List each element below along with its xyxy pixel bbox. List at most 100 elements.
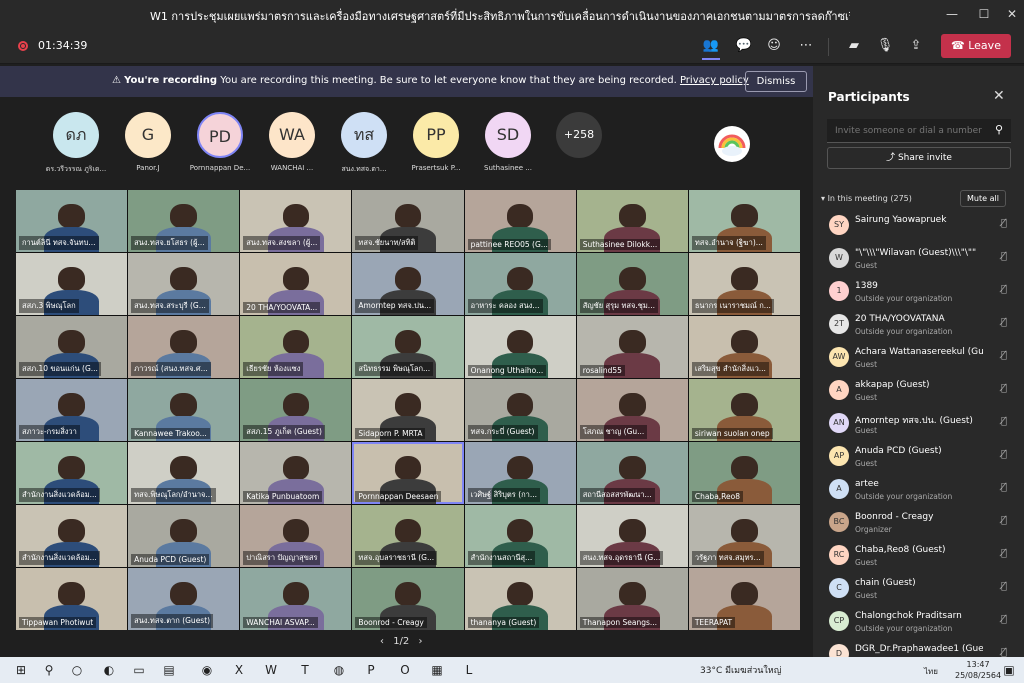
video-tile[interactable]: Tippawan Photiwut: [16, 568, 128, 630]
video-tile[interactable]: สสภ.3 พิษณุโลก: [16, 253, 128, 315]
video-tile[interactable]: สภาวะ-กรมสิ่งวา: [16, 379, 128, 441]
participant-row[interactable]: BC Boonrod - Creagy Organizer 🎙̸: [827, 508, 1017, 540]
participant-row[interactable]: AW Achara Wattanasereekul (Gue... Guest 🎙̸: [827, 343, 1017, 375]
minimize-button[interactable]: —: [940, 4, 964, 24]
video-tile[interactable]: สสภ.10 ขอนแก่น (G...: [16, 316, 128, 378]
mic-muted-icon[interactable]: 🎙̸: [1001, 614, 1007, 625]
video-tile[interactable]: Onanong Uthaiho...: [464, 316, 576, 378]
video-tile[interactable]: โสภณ ชาญ (Gu...: [576, 379, 688, 441]
video-tile[interactable]: สนง.ทสจ.ตาก (Guest): [128, 568, 240, 630]
video-tile[interactable]: Sidaporn P. MRTA: [352, 379, 464, 441]
taskbar-search-icon[interactable]: ⚲: [40, 661, 58, 679]
file-explorer-icon[interactable]: ▭: [130, 661, 148, 679]
video-tile[interactable]: สถานีสอสสรพัฒนา...: [576, 442, 688, 504]
share-invite-button[interactable]: ⤴ Share invite: [827, 147, 1011, 169]
participant-row[interactable]: AP Anuda PCD (Guest) Guest 🎙̸: [827, 442, 1017, 474]
folder-icon[interactable]: ▤: [160, 661, 178, 679]
video-tile[interactable]: สสภ.15 ภูเก็ต (Guest): [240, 379, 352, 441]
participant-avatar[interactable]: ทส: [341, 112, 387, 158]
video-tile[interactable]: Chaba,Reo8: [688, 442, 800, 504]
powerpoint-icon[interactable]: P: [362, 661, 380, 679]
teams-icon[interactable]: T: [296, 661, 314, 679]
video-tile[interactable]: ธนากร เนาราชมณ์ ก...: [688, 253, 800, 315]
task-view-icon[interactable]: ○: [68, 661, 86, 679]
video-tile[interactable]: Katika Punbuatoom: [240, 442, 352, 504]
privacy-policy-link[interactable]: Privacy policy: [680, 75, 749, 86]
video-tile[interactable]: สนง.ทสจ.สระบุรี (G...: [128, 253, 240, 315]
participant-row[interactable]: AN Amorntep ทสจ.ปน. (Guest) Guest 🎙̸: [827, 409, 1017, 441]
video-tile[interactable]: ทสจ.อุบลราชธานี (G...: [352, 505, 464, 567]
video-tile[interactable]: Suthasinee Dilokk...: [576, 190, 688, 252]
excel-icon[interactable]: X: [230, 661, 248, 679]
video-tile[interactable]: ทสจ.พิษณุโลก/อำนาจ...: [128, 442, 240, 504]
participant-row[interactable]: 1 1389 Outside your organization 🎙̸: [827, 277, 1017, 309]
video-tile[interactable]: TEERAPAT: [688, 568, 800, 630]
chrome-icon[interactable]: ◉: [198, 661, 216, 679]
video-tile[interactable]: Pornnappan Deesaen: [352, 442, 464, 504]
video-tile[interactable]: pattinee REO05 (G...: [464, 190, 576, 252]
participant-row[interactable]: SY Sairung Yaowapruek 🎙̸: [827, 211, 1017, 243]
language-indicator[interactable]: ไทย: [924, 665, 938, 678]
video-tile[interactable]: เสริมสุข สำนักสิ่งแว...: [688, 316, 800, 378]
participant-avatar[interactable]: ดภ: [53, 112, 99, 158]
word-icon[interactable]: W: [262, 661, 280, 679]
mic-muted-icon[interactable]: 🎙̸: [1001, 284, 1007, 295]
notification-icon[interactable]: ▣: [1000, 661, 1018, 679]
video-tile[interactable]: Anuda PCD (Guest): [128, 505, 240, 567]
video-tile[interactable]: กานต์ลินี ทสจ.จันทบ...: [16, 190, 128, 252]
video-tile[interactable]: เธียรชัย ห้องแซง: [240, 316, 352, 378]
mic-muted-icon[interactable]: 🎙̸: [1001, 251, 1007, 262]
dismiss-button[interactable]: Dismiss: [745, 71, 807, 92]
video-tile[interactable]: สำนักงานสถานีสุ...: [464, 505, 576, 567]
line-icon[interactable]: L: [460, 661, 478, 679]
mic-muted-icon[interactable]: 🎙̸: [1001, 581, 1007, 592]
video-tile[interactable]: สนง.ทสจ.อุดรธานี (G...: [576, 505, 688, 567]
video-tile[interactable]: สำนักงานสิ่งแวดล้อม...: [16, 505, 128, 567]
more-participants-badge[interactable]: +258: [556, 112, 602, 158]
mic-muted-icon[interactable]: 🎙̸: [1001, 416, 1007, 427]
mic-muted-icon[interactable]: 🎙̸: [1001, 383, 1007, 394]
close-window-button[interactable]: ✕: [1000, 4, 1024, 24]
video-tile[interactable]: Amorntep ทสจ.ปน...: [352, 253, 464, 315]
video-tile[interactable]: ทสจ.ชัยนาท/สทิติ: [352, 190, 464, 252]
mic-muted-icon[interactable]: 🎙̸: [1001, 449, 1007, 460]
share-icon[interactable]: ⇪: [905, 35, 927, 57]
participant-avatar[interactable]: SD: [485, 112, 531, 158]
video-tile[interactable]: เวศิษฐ์ สิริบุตร (กา...: [464, 442, 576, 504]
video-tile[interactable]: thananya (Guest): [464, 568, 576, 630]
mic-muted-icon[interactable]: 🎙̸: [1001, 218, 1007, 229]
close-icon[interactable]: ✕: [993, 88, 1005, 104]
browser-icon[interactable]: ◍: [330, 661, 348, 679]
video-tile[interactable]: วรัฐภา ทสจ.สมุทร...: [688, 505, 800, 567]
video-tile[interactable]: อาหาระ คลอง สนง...: [464, 253, 576, 315]
participant-row[interactable]: W "\"\\\"Wilavan (Guest)\\\"\"" Guest 🎙̸: [827, 244, 1017, 276]
next-page-button[interactable]: ›: [418, 636, 422, 647]
edge-icon[interactable]: ◐: [100, 661, 118, 679]
in-meeting-header[interactable]: ▾ In this meeting (275): [821, 194, 912, 203]
video-tile[interactable]: ภาวรณ์ (สนง.ทสจ.ศ...: [128, 316, 240, 378]
video-tile[interactable]: WANCHAI ASVAP...: [240, 568, 352, 630]
video-tile[interactable]: สนง.ทสจ.สงขลา (ผู้...: [240, 190, 352, 252]
participant-row[interactable]: Cchain (Guest) Guest 🎙̸: [827, 574, 1017, 606]
mic-muted-icon[interactable]: 🎙̸: [1001, 548, 1007, 559]
invite-input[interactable]: [827, 119, 1011, 143]
video-tile[interactable]: ปาณิสรา ปัญญาสุขสร: [240, 505, 352, 567]
video-tile[interactable]: ทสจ.อำนาจ (ฐิฆา)...: [688, 190, 800, 252]
video-tile[interactable]: Boonrod - Creagy: [352, 568, 464, 630]
maximize-button[interactable]: ☐: [972, 4, 996, 24]
participant-row[interactable]: RC Chaba,Reo8 (Guest) Guest 🎙̸: [827, 541, 1017, 573]
taskbar-clock[interactable]: 13:47 25/08/2564: [955, 659, 1001, 681]
video-tile[interactable]: สัญชัย สุรุม ทสจ.ชุม...: [576, 253, 688, 315]
photos-icon[interactable]: ▦: [428, 661, 446, 679]
video-tile[interactable]: siriwan suolan onep: [688, 379, 800, 441]
windows-start-icon[interactable]: ⊞: [12, 661, 30, 679]
video-tile[interactable]: สนิทธรรม พิษณุโลก...: [352, 316, 464, 378]
video-tile[interactable]: สนง.ทสจ.ยโสธร (ผู้...: [128, 190, 240, 252]
outlook-icon[interactable]: O: [396, 661, 414, 679]
people-icon[interactable]: 👥: [700, 35, 722, 60]
mic-muted-icon[interactable]: 🎙̸: [1001, 350, 1007, 361]
reactions-icon[interactable]: ☺: [763, 35, 785, 57]
participant-row[interactable]: CP Chalongchok Praditsarn Outside your org…: [827, 607, 1017, 639]
leave-button[interactable]: ☎ Leave: [941, 34, 1011, 58]
video-tile[interactable]: สำนักงานสิ่งแวดล้อม...: [16, 442, 128, 504]
